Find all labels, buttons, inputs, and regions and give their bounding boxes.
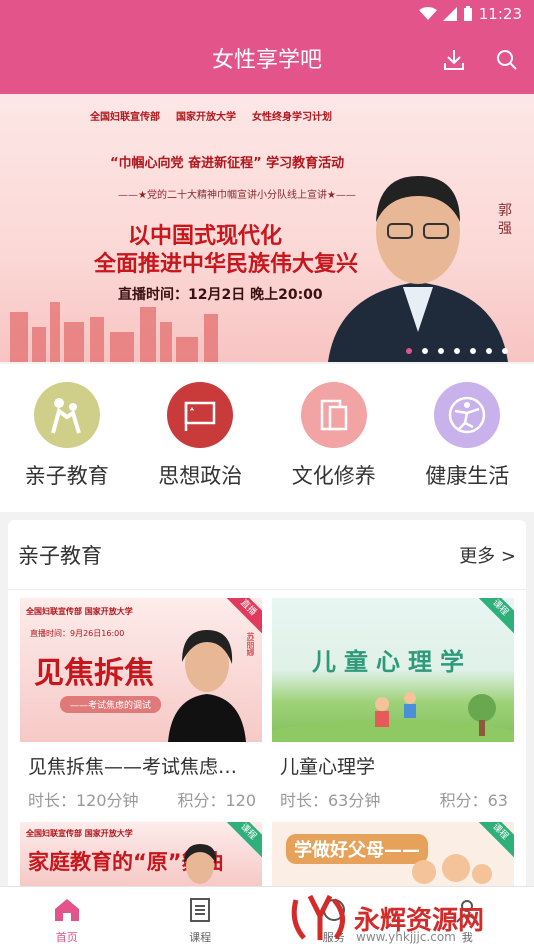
fitness-icon [434,382,501,448]
section-header: 亲子教育 更多 > [8,520,526,590]
flag-icon [167,382,234,448]
more-link[interactable]: 更多 > [459,542,516,568]
thumb-title: 儿童心理学 [312,648,472,676]
wifi-icon [418,7,437,20]
category-politics[interactable]: 思想政治 [134,364,267,512]
course-card[interactable]: 全国妇联宣传部 国家开放大学 直播时间：9月26日16:00 见焦拆焦 ——考试… [20,598,262,811]
tab-courses[interactable]: 课程 [134,887,268,950]
thumb-title: 见焦拆焦 [34,656,154,691]
tab-label: 课程 [189,931,212,944]
carousel-dot[interactable] [454,348,460,354]
speaker-portrait [168,630,246,742]
clock: 11:23 [478,5,522,23]
watermark-logo [291,894,345,940]
home-icon [54,899,79,921]
org-name: 女性终身学习计划 [252,112,332,123]
carousel-dot[interactable] [502,348,508,354]
category-label: 思想政治 [158,464,243,488]
speaker-portrait [328,176,508,362]
course-thumbnail: 全国妇联宣传部 国家开放大学 家庭教育的“原”舞曲 课程 [20,822,262,886]
category-grid: 亲子教育 思想政治 文化修养 健康生活 [0,364,534,512]
carousel-dot[interactable] [486,348,492,354]
carousel-dot[interactable] [438,348,444,354]
course-duration: 时长：120分钟 [28,791,139,810]
course-meta: 时长：63分钟 积分：63 [272,787,514,811]
battery-icon [463,6,472,21]
list-icon [190,898,211,922]
download-icon[interactable] [441,47,467,73]
signal-icon [442,7,457,21]
thumb-subtitle: ——考试焦虑的调试 [60,696,162,713]
section-title: 亲子教育 [18,544,102,568]
category-health[interactable]: 健康生活 [401,364,534,512]
org-name: 国家开放大学 [176,112,236,123]
city-skyline-illustration [10,302,218,362]
thumb-time: 直播时间：9月26日16:00 [30,629,125,638]
family-icon [33,382,100,448]
course-thumbnail: 学做好父母—— 课程 [272,822,514,886]
course-duration: 时长：63分钟 [280,791,381,810]
banner-activity: “巾帼心向党 奋进新征程” 学习教育活动 [110,156,345,171]
banner-carousel[interactable]: 全国妇联宣传部 国家开放大学 女性终身学习计划 “巾帼心向党 奋进新征程” 学习… [0,94,534,362]
app-header: 女性享学吧 [0,28,534,94]
category-culture[interactable]: 文化修养 [267,364,400,512]
tab-home[interactable]: 首页 [0,887,134,950]
category-label: 亲子教育 [24,464,109,488]
search-icon[interactable] [494,47,520,73]
site-watermark: 永辉资源网 www.yhkjjjc.com [290,890,530,946]
category-label: 文化修养 [291,464,376,488]
book-icon [300,382,367,448]
course-title: 见焦拆焦——考试焦虑的调试 [28,756,256,778]
category-label: 健康生活 [425,464,510,488]
course-points: 积分：120 [177,791,256,810]
banner-orgs: 全国妇联宣传部 国家开放大学 女性终身学习计划 [90,108,384,123]
carousel-dot[interactable] [406,348,412,354]
family-illustration [412,854,492,884]
watermark-url: www.yhkjjjc.com [356,930,456,944]
course-card[interactable]: 学做好父母—— 课程 [272,822,514,886]
course-card[interactable]: 儿童心理学 课程 儿童心理学 时长：63分钟 积分：63 [272,598,514,811]
course-thumbnail: 全国妇联宣传部 国家开放大学 直播时间：9月26日16:00 见焦拆焦 ——考试… [20,598,262,742]
course-thumbnail: 儿童心理学 课程 [272,598,514,742]
course-badge: 课程 [474,598,514,634]
course-points: 积分：63 [439,791,508,810]
course-title: 儿童心理学 [280,756,376,778]
carousel-dot[interactable] [422,348,428,354]
course-badge: 课程 [222,822,262,858]
category-parenting[interactable]: 亲子教育 [0,364,133,512]
org-name: 全国妇联宣传部 [90,112,160,123]
carousel-dot[interactable] [470,348,476,354]
course-card[interactable]: 全国妇联宣传部 国家开放大学 家庭教育的“原”舞曲 课程 [20,822,262,886]
status-bar: 11:23 [0,0,534,28]
speaker-portrait [184,844,217,884]
carousel-dots[interactable] [406,348,508,354]
course-meta: 时长：120分钟 积分：120 [20,787,262,811]
thumb-speaker: 苏丽娜 [246,632,255,656]
thumb-orgs: 全国妇联宣传部 国家开放大学 [26,607,133,616]
speaker-name: 郭强 [498,203,512,237]
thumb-orgs: 全国妇联宣传部 国家开放大学 [26,829,133,838]
parenting-section: 亲子教育 更多 > 全国妇联宣传部 国家开放大学 直播时间：9月26日16:00… [8,520,526,940]
tab-label: 首页 [55,931,78,944]
playground-illustration [272,692,514,742]
